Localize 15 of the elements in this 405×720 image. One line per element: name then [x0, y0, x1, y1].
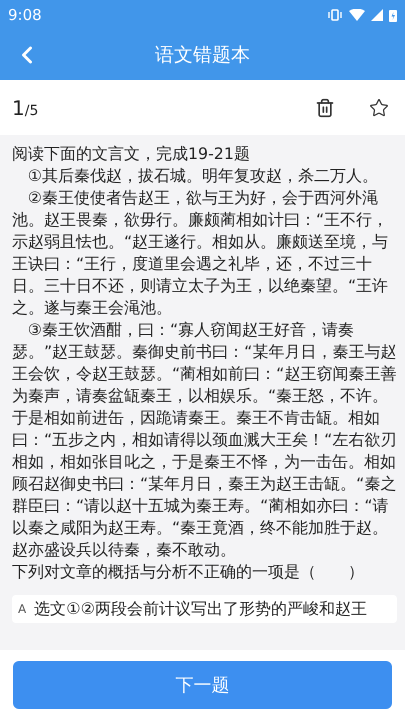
trash-icon [315, 98, 335, 118]
question-counter: 1/5 [12, 94, 38, 122]
signal-icon [371, 9, 383, 21]
status-time: 9:08 [8, 4, 42, 26]
passage-paragraph: ②秦王使使者告赵王，欲与王为好，会于西河外渑池。赵王畏秦，欲毋行。廉颇蔺相如计曰：“王不行，示赵弱且怯也。“赵王遂行。相如从。廉颇送至境，与王诀曰：“王行，度道里会遇之礼毕，还，不过三十日。三十日不还，则请立太子为王，以绝秦望。“王许之。遂与秦王会渑池。 [12, 187, 390, 319]
header-title: 语文错题本 [155, 42, 250, 68]
answer-option[interactable]: A 选文①②两段会前计议写出了形势的严峻和赵王 [12, 595, 397, 623]
vibrate-icon [327, 9, 343, 21]
question-intro: 阅读下面的文言文，完成19-21题 [12, 143, 251, 165]
star-icon [369, 98, 389, 118]
passage-paragraph: ③秦王饮酒酣，曰：“寡人窃闻赵王好音，请奏瑟。”赵王鼓瑟。秦御史前书曰：“某年月日，秦王与赵王会饮，令赵王鼓瑟。“蔺相如前曰：“赵王窃闻秦王善为秦声，请奏盆缻秦王，以相娱乐。“秦王怒，不许。于是相如前进缶，因跪请秦王。秦王不肯击缻。相如曰：“五步之内，相如请得以颈血溅大王矣！“左右欲刃相如，相如张目叱之，于是秦王不怿，为一击缶。相如顾召赵御史书曰：“某年月日，秦王为赵王击缻。“秦之群臣曰：“请以赵十五城为秦王寿。“蔺相如亦曰：“请以秦之咸阳为赵王寿。“秦王竟酒，终不能加胜于赵。赵亦盛设兵以待秦，秦不敢动。 [12, 319, 397, 561]
question-prompt: 下列对文章的概括与分析不正确的一项是（ ） [12, 561, 365, 583]
wifi-icon [349, 9, 365, 21]
passage-paragraph: ①其后秦伐赵，拔石城。明年复攻赵，杀二万人。 [26, 165, 379, 187]
battery-icon [389, 8, 397, 22]
